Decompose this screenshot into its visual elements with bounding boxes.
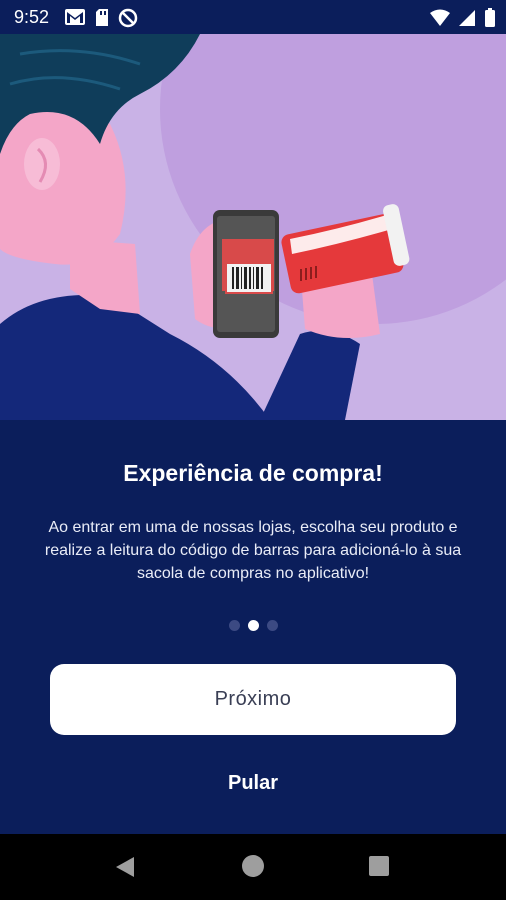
wifi-icon xyxy=(430,9,450,26)
onboarding-title: Experiência de compra! xyxy=(123,460,383,486)
onboarding-description: Ao entrar em uma de nossas lojas, escolh… xyxy=(44,519,462,582)
back-icon[interactable] xyxy=(114,856,136,878)
barcode-scan-illustration xyxy=(0,34,506,420)
battery-icon xyxy=(485,8,495,27)
recents-icon[interactable] xyxy=(369,856,389,876)
status-time: 9:52 xyxy=(14,7,50,27)
page-dot[interactable] xyxy=(228,620,240,631)
hero-illustration xyxy=(0,34,506,420)
skip-button[interactable]: Pular xyxy=(0,772,506,795)
home-icon[interactable] xyxy=(242,855,264,877)
notification-icons xyxy=(64,8,138,28)
system-nav-bar xyxy=(0,834,506,900)
signal-icon xyxy=(459,10,475,26)
page-indicator xyxy=(0,620,506,631)
next-button[interactable]: Próximo xyxy=(50,664,456,735)
page-dot-active[interactable] xyxy=(247,620,259,631)
no-sim-icon xyxy=(118,8,138,28)
sd-card-icon xyxy=(96,9,108,26)
next-button-label: Próximo xyxy=(214,688,292,710)
status-bar: 9:52 xyxy=(0,0,506,34)
gmail-icon xyxy=(65,9,85,25)
page-dot[interactable] xyxy=(266,620,278,631)
onboarding-content: Experiência de compra! Ao entrar em uma … xyxy=(0,420,506,834)
system-icons xyxy=(430,8,496,28)
